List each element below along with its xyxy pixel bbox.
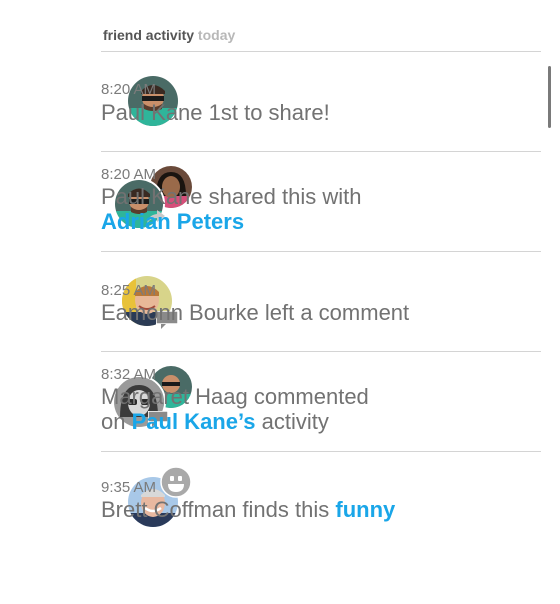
divider [101, 351, 541, 352]
activity-text: Margaret Haag commented on Paul Kane’s a… [101, 384, 369, 434]
activity-text-main: Brett Coffman finds this [101, 497, 330, 522]
activity-time: 8:25 AM [101, 282, 157, 299]
activity-text-main: Paul Kane shared this with [101, 184, 362, 209]
activity-text-suffix: activity [261, 409, 329, 434]
user-link-adrian-peters[interactable]: Adrian Peters [101, 209, 244, 234]
divider [101, 151, 541, 152]
scrollbar[interactable] [548, 66, 551, 128]
header-title: friend activity [103, 27, 195, 43]
divider [101, 51, 541, 52]
header-subtitle: today [197, 27, 236, 43]
activity-text: Paul Kane 1st to share! [101, 100, 330, 125]
activity-time: 8:32 AM [101, 366, 157, 383]
activity-time: 9:35 AM [101, 479, 157, 496]
activity-text-on: on [101, 409, 126, 434]
activity-text-line1: Margaret Haag commented [101, 384, 369, 409]
divider [101, 451, 541, 452]
activity-text: Paul Kane shared this with Adrian Peters [101, 184, 362, 234]
user-link-paul-kane[interactable]: Paul Kane’s [132, 409, 256, 434]
activity-text: Brett Coffman finds this funny [101, 497, 395, 522]
friend-activity-header: friend activity today [103, 27, 235, 43]
activity-time: 8:20 AM [101, 166, 157, 183]
reaction-link-funny[interactable]: funny [335, 497, 395, 522]
activity-text: Eamonn Bourke left a comment [101, 300, 410, 325]
activity-time: 8:20 AM [101, 81, 157, 98]
divider [101, 251, 541, 252]
